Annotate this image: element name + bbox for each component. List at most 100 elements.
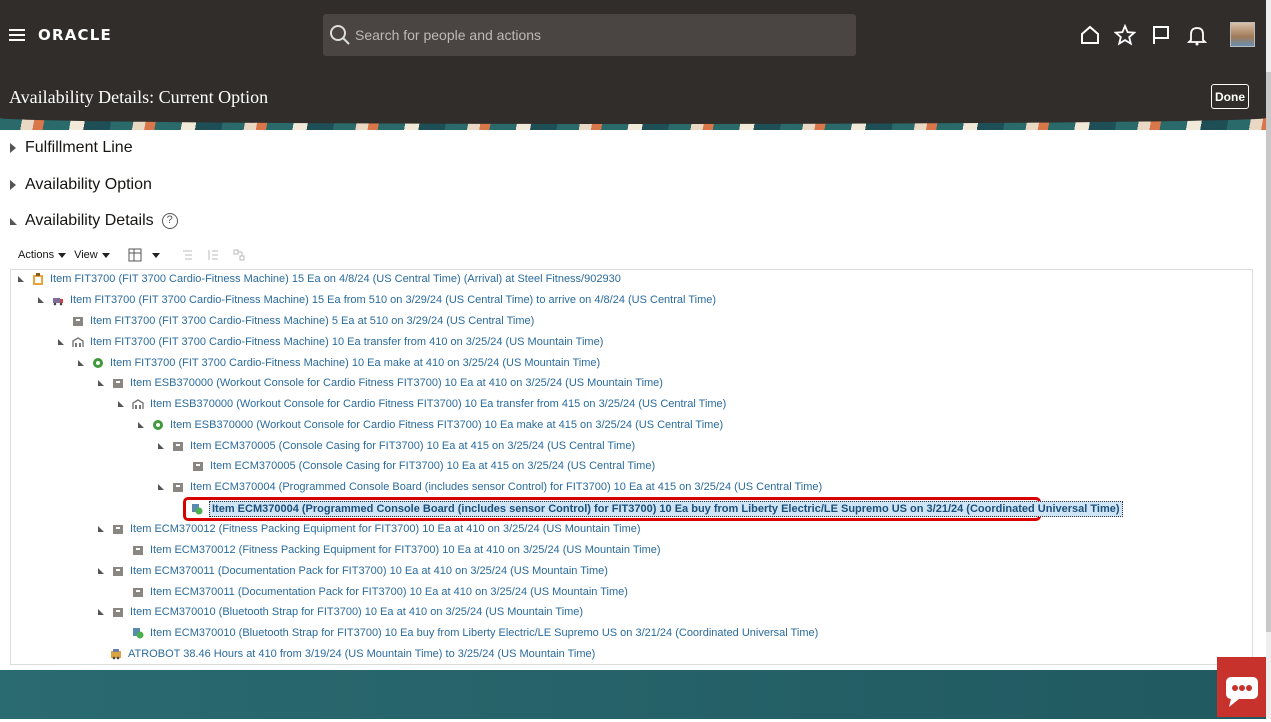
resource-icon (111, 649, 121, 660)
tree-row[interactable]: Item ECM370011 (Documentation Pack for F… (132, 582, 628, 602)
expand-icon[interactable] (10, 180, 16, 190)
inventory-icon (133, 588, 143, 597)
actions-label: Actions (18, 249, 55, 261)
tree-row[interactable]: Item ECM370004 (Programmed Console Board… (158, 477, 822, 497)
tree-row-label[interactable]: Item FIT3700 (FIT 3700 Cardio-Fitness Ma… (90, 315, 534, 327)
view-label: View (74, 249, 98, 261)
inventory-icon (173, 442, 183, 451)
tree-row-label[interactable]: Item ESB370000 (Workout Console for Card… (170, 419, 723, 431)
tree-row[interactable]: Item ECM370010 (Bluetooth Strap for FIT3… (98, 602, 583, 622)
inventory-icon (73, 317, 83, 326)
transfer-icon (132, 399, 144, 409)
tree-row-label[interactable]: Item ECM370005 (Console Casing for FIT37… (210, 460, 655, 472)
flag-icon[interactable] (1150, 24, 1172, 46)
help-icon[interactable]: ? (161, 213, 178, 229)
tree-row-label[interactable]: Item ESB370000 (Workout Console for Card… (150, 398, 726, 410)
tree-row[interactable]: Item FIT3700 (FIT 3700 Cardio-Fitness Ma… (38, 290, 716, 310)
collapse-toggle-icon[interactable] (98, 568, 104, 574)
section-title: Availability Details (25, 212, 154, 229)
home-icon[interactable] (1079, 24, 1101, 46)
tree-row[interactable]: Item ECM370011 (Documentation Pack for F… (98, 561, 608, 581)
favorites-star-icon[interactable] (1114, 24, 1136, 46)
oracle-logo[interactable]: ORACLE (38, 26, 112, 44)
inventory-icon (133, 546, 143, 555)
tree-row[interactable]: Item ECM370005 (Console Casing for FIT37… (192, 456, 655, 476)
actions-menu[interactable]: Actions (18, 249, 67, 261)
tree-row-selected[interactable]: Item ECM370004 (Programmed Console Board… (191, 499, 1123, 519)
section-title: Availability Option (25, 176, 152, 193)
tree-row-label[interactable]: Item ESB370000 (Workout Console for Card… (130, 377, 663, 389)
global-header: ORACLE (0, 0, 1271, 70)
chat-button[interactable] (1217, 657, 1267, 717)
tree-row[interactable]: Item FIT3700 (FIT 3700 Cardio-Fitness Ma… (78, 353, 600, 373)
collapse-toggle-icon[interactable] (38, 297, 44, 303)
notifications-bell-icon[interactable] (1186, 24, 1208, 46)
collapse-toggle-icon[interactable] (58, 339, 64, 345)
done-button[interactable]: Done (1211, 84, 1249, 109)
tree-row[interactable]: ATROBOT 38.46 Hours at 410 from 3/19/24 … (110, 644, 595, 664)
page-header: Availability Details: Current Option (0, 70, 1271, 124)
section-availability-option[interactable]: Availability Option (10, 176, 152, 194)
chat-bubble-icon (1226, 677, 1258, 707)
section-title: Fulfillment Line (25, 139, 133, 156)
tree-row[interactable]: Item ESB370000 (Workout Console for Card… (98, 373, 663, 393)
collapse-icon[interactable] (10, 217, 17, 225)
tree-row-label[interactable]: Item ECM370010 (Bluetooth Strap for FIT3… (130, 606, 583, 618)
page-scrollbar[interactable] (1266, 0, 1271, 719)
transfer-icon (72, 337, 84, 347)
scroll-to-icon[interactable] (232, 248, 246, 262)
clipboard-icon (33, 273, 43, 285)
freeze-columns-icon (128, 248, 142, 262)
collapse-toggle-icon[interactable] (98, 526, 104, 532)
search-icon (330, 25, 350, 45)
inventory-icon (113, 379, 123, 388)
search-input[interactable] (355, 24, 835, 46)
tree-row-label[interactable]: Item ECM370005 (Console Casing for FIT37… (190, 440, 635, 452)
user-avatar[interactable] (1230, 22, 1255, 47)
tree-row-label[interactable]: Item FIT3700 (FIT 3700 Cardio-Fitness Ma… (50, 273, 621, 285)
inventory-icon (173, 483, 183, 492)
tree-row[interactable]: Item FIT3700 (FIT 3700 Cardio-Fitness Ma… (58, 332, 603, 352)
tree-row-label[interactable]: Item FIT3700 (FIT 3700 Cardio-Fitness Ma… (90, 336, 603, 348)
expand-all-icon[interactable] (206, 248, 220, 262)
view-menu[interactable]: View (74, 249, 110, 261)
tree-row[interactable]: Item FIT3700 (FIT 3700 Cardio-Fitness Ma… (18, 269, 621, 289)
footer-band (0, 670, 1271, 719)
tree-row[interactable]: Item ECM370012 (Fitness Packing Equipmen… (98, 519, 641, 539)
expand-icon[interactable] (10, 143, 16, 153)
section-availability-details[interactable]: Availability Details ? (10, 212, 178, 230)
tree-row-label[interactable]: Item ECM370004 (Programmed Console Board… (190, 481, 822, 493)
tree-row-label[interactable]: Item ECM370011 (Documentation Pack for F… (150, 586, 628, 598)
inventory-icon (193, 462, 203, 471)
page-title: Availability Details: Current Option (9, 87, 269, 107)
tree-row[interactable]: Item FIT3700 (FIT 3700 Cardio-Fitness Ma… (72, 311, 534, 331)
scrollbar-thumb[interactable] (1266, 72, 1271, 632)
detach-menu[interactable] (128, 248, 160, 262)
collapse-toggle-icon[interactable] (98, 380, 104, 386)
collapse-toggle-icon[interactable] (158, 484, 164, 490)
tree-row[interactable]: Item ESB370000 (Workout Console for Card… (118, 394, 726, 414)
collapse-toggle-icon[interactable] (98, 609, 104, 615)
section-fulfillment-line[interactable]: Fulfillment Line (10, 139, 133, 157)
collapse-toggle-icon[interactable] (18, 276, 24, 282)
tree-row-label[interactable]: Item ECM370010 (Bluetooth Strap for FIT3… (150, 627, 818, 639)
tree-row-label[interactable]: Item ECM370012 (Fitness Packing Equipmen… (130, 523, 641, 535)
collapse-toggle-icon[interactable] (78, 360, 84, 366)
tree-row[interactable]: Item ESB370000 (Workout Console for Card… (138, 415, 723, 435)
tree-row[interactable]: Item ECM370005 (Console Casing for FIT37… (158, 436, 635, 456)
tree-row[interactable]: Item ECM370012 (Fitness Packing Equipmen… (132, 540, 661, 560)
tree-row[interactable]: Item ECM370010 (Bluetooth Strap for FIT3… (132, 623, 818, 643)
menu-icon[interactable] (9, 29, 25, 42)
tree-row-label[interactable]: Item FIT3700 (FIT 3700 Cardio-Fitness Ma… (70, 294, 716, 306)
collapse-toggle-icon[interactable] (158, 443, 164, 449)
global-search[interactable] (323, 14, 856, 56)
collapse-all-icon[interactable] (180, 248, 194, 262)
tree-row-label[interactable]: Item ECM370011 (Documentation Pack for F… (130, 565, 608, 577)
tree-row-label[interactable]: Item ECM370012 (Fitness Packing Equipmen… (150, 544, 661, 556)
tree-row-label[interactable]: Item FIT3700 (FIT 3700 Cardio-Fitness Ma… (110, 357, 600, 369)
tree-row-label[interactable]: Item ECM370004 (Programmed Console Board… (209, 501, 1123, 517)
make-gear-icon (93, 358, 103, 368)
collapse-toggle-icon[interactable] (118, 401, 124, 407)
tree-row-label[interactable]: ATROBOT 38.46 Hours at 410 from 3/19/24 … (128, 648, 595, 660)
collapse-toggle-icon[interactable] (138, 422, 144, 428)
